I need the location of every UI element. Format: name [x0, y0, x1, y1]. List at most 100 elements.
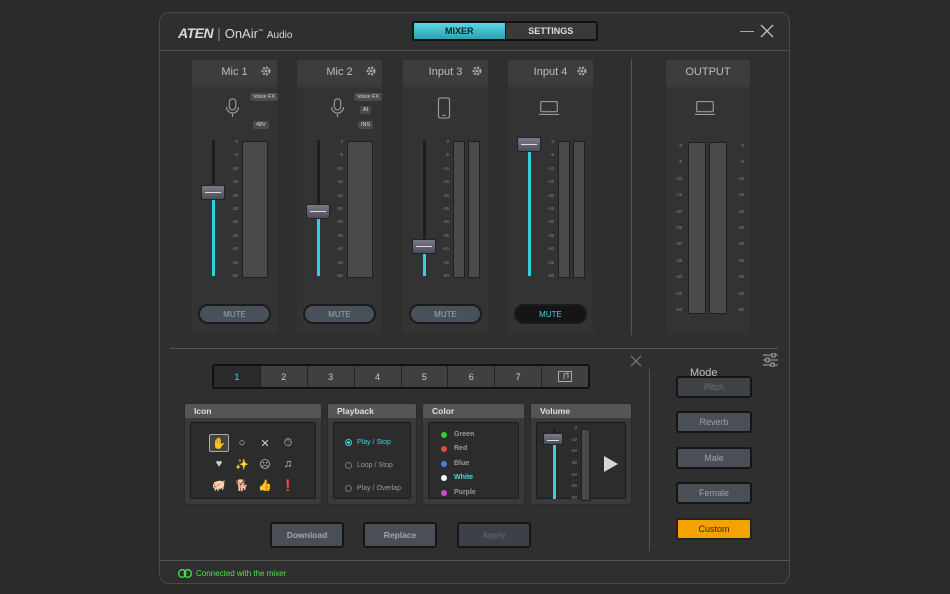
scale-tick: -30 — [675, 241, 682, 246]
scale-tick: -45 — [547, 260, 554, 265]
pad-music-button[interactable] — [541, 366, 588, 387]
music-note-icon[interactable]: ♫ — [278, 455, 298, 473]
gear-icon[interactable] — [260, 65, 272, 77]
tab-mixer[interactable]: MIXER — [414, 23, 505, 39]
pad-volume-meter — [581, 429, 590, 501]
channel-scale: 0 -5 -10 -15 -20 -25 -30 -35 -40 -45 -60 — [542, 139, 554, 280]
color-option-purple[interactable]: Purple — [441, 489, 476, 496]
channel-fader-track[interactable] — [212, 140, 215, 276]
channel-strip-4: Input 4 0 -5 -10 -15 -20 -25 -30 -35 -40 -45 -60 MUT… — [508, 60, 593, 334]
play-icon[interactable] — [603, 455, 619, 473]
download-button[interactable]: Download — [270, 522, 344, 548]
pig-icon[interactable]: 🐖 — [209, 476, 229, 494]
link-icon — [178, 569, 192, 578]
scale-tick: -60 — [336, 273, 343, 278]
badge-ins[interactable]: INS — [358, 121, 374, 129]
product-suffix: Audio — [266, 30, 293, 41]
channel-fader-slider[interactable] — [201, 185, 225, 200]
replace-button[interactable]: Replace — [363, 522, 437, 548]
badge-voice-fx[interactable]: Voice FX — [354, 93, 383, 101]
pad-volume-fill — [553, 439, 556, 499]
pad-5-button[interactable]: 5 — [400, 366, 448, 387]
playback-option-loop-stop[interactable]: Loop / Stop — [345, 462, 393, 469]
pad-2-button[interactable]: 2 — [259, 366, 307, 387]
color-option-red[interactable]: Red — [441, 445, 467, 452]
heart-icon[interactable]: ♥ — [209, 455, 229, 473]
scale-tick: -30 — [737, 241, 744, 246]
circle-icon[interactable]: ○ — [232, 434, 252, 452]
scale-tick: -60 — [547, 273, 554, 278]
scale-tick: -20 — [737, 209, 744, 214]
scale-tick: -30 — [231, 219, 238, 224]
mode-male-button[interactable]: Male — [676, 447, 752, 469]
channel-fader-track[interactable] — [528, 140, 531, 276]
thumbs-up-icon[interactable]: 👍 — [255, 476, 275, 494]
mode-reverb-button[interactable]: Reverb — [676, 411, 752, 433]
pad-7-button[interactable]: 7 — [494, 366, 542, 387]
pad-number-bar: 1 2 3 4 5 6 7 — [212, 364, 590, 389]
sliders-icon[interactable] — [763, 353, 778, 367]
badge-ai[interactable]: AI — [360, 106, 372, 114]
apply-button[interactable]: Apply — [457, 522, 531, 548]
scale-tick: -40 — [675, 274, 682, 279]
channel-fader-track[interactable] — [423, 140, 426, 276]
mute-button[interactable]: MUTE — [303, 304, 376, 324]
color-option-green[interactable]: Green — [441, 431, 474, 438]
clear-pad-icon[interactable] — [630, 355, 642, 367]
x-icon[interactable]: ✕ — [255, 434, 275, 452]
channel-fader-slider[interactable] — [306, 204, 330, 219]
scale-tick: -15 — [675, 192, 682, 197]
minimize-button[interactable] — [740, 31, 754, 32]
mute-button[interactable]: MUTE — [198, 304, 271, 324]
channel-name: Input 4 — [533, 66, 568, 78]
pad-3-button[interactable]: 3 — [306, 366, 354, 387]
output-meter-right — [709, 142, 727, 314]
product-name: OnAir — [224, 26, 258, 41]
mute-button[interactable]: MUTE — [409, 304, 482, 324]
channel-strip-1: Mic 1 Voice FX 48V 0 -5 -10 -15 -20 -25 -30 -35 -40… — [192, 60, 279, 334]
scale-tick: -25 — [231, 206, 238, 211]
pad-6-button[interactable]: 6 — [447, 366, 495, 387]
pad-1-button[interactable]: 1 — [214, 366, 260, 387]
pad-volume-scale: 0 -10 -20 -30 -40 -50 -60 — [565, 425, 577, 500]
scale-tick: -10 — [336, 166, 343, 171]
playback-option-play-stop[interactable]: Play / Stop — [345, 439, 391, 446]
alert-icon[interactable]: ❗ — [278, 476, 298, 494]
dog-icon[interactable]: 🐕 — [232, 476, 252, 494]
timer-icon[interactable]: ⏱ — [278, 434, 298, 452]
radio-icon — [345, 462, 352, 469]
scale-tick: -10 — [442, 166, 449, 171]
tab-settings[interactable]: SETTINGS — [504, 23, 596, 39]
pad-4-button[interactable]: 4 — [353, 366, 401, 387]
channel-fader-slider[interactable] — [517, 137, 541, 152]
sparkle-icon[interactable]: ✨ — [232, 455, 252, 473]
channel-fader-fill — [317, 211, 320, 276]
gear-icon[interactable] — [471, 65, 483, 77]
scale-tick: -20 — [336, 193, 343, 198]
scale-tick: -60 — [231, 273, 238, 278]
channel-fader-slider[interactable] — [412, 239, 436, 254]
scale-tick: -5 — [444, 152, 449, 157]
pad-volume-slider[interactable] — [543, 433, 563, 445]
badge-48v[interactable]: 48V — [253, 121, 269, 129]
close-icon[interactable] — [759, 23, 775, 39]
white-dot-icon — [441, 474, 447, 481]
color-panel-title: Color — [423, 404, 524, 418]
color-option-white[interactable]: White — [441, 474, 473, 481]
color-panel: Color Green Red Blue White Purple — [422, 403, 525, 505]
scale-tick: -45 — [737, 291, 744, 296]
mode-custom-button[interactable]: Custom — [676, 518, 752, 540]
hand-icon[interactable]: ✋ — [209, 434, 229, 452]
gear-icon[interactable] — [576, 65, 588, 77]
badge-voice-fx[interactable]: Voice FX — [250, 93, 279, 101]
scale-tick: -45 — [336, 260, 343, 265]
scale-tick: -45 — [231, 260, 238, 265]
face-icon[interactable]: ☹ — [255, 455, 275, 473]
mute-button[interactable]: MUTE — [514, 304, 587, 324]
mode-pitch-button[interactable]: Pitch — [676, 376, 752, 398]
gear-icon[interactable] — [365, 65, 377, 77]
mode-female-button[interactable]: Female — [676, 482, 752, 504]
color-option-blue[interactable]: Blue — [441, 460, 469, 467]
purple-dot-icon — [441, 489, 447, 496]
playback-option-play-overlap[interactable]: Play / Overlap — [345, 485, 401, 492]
